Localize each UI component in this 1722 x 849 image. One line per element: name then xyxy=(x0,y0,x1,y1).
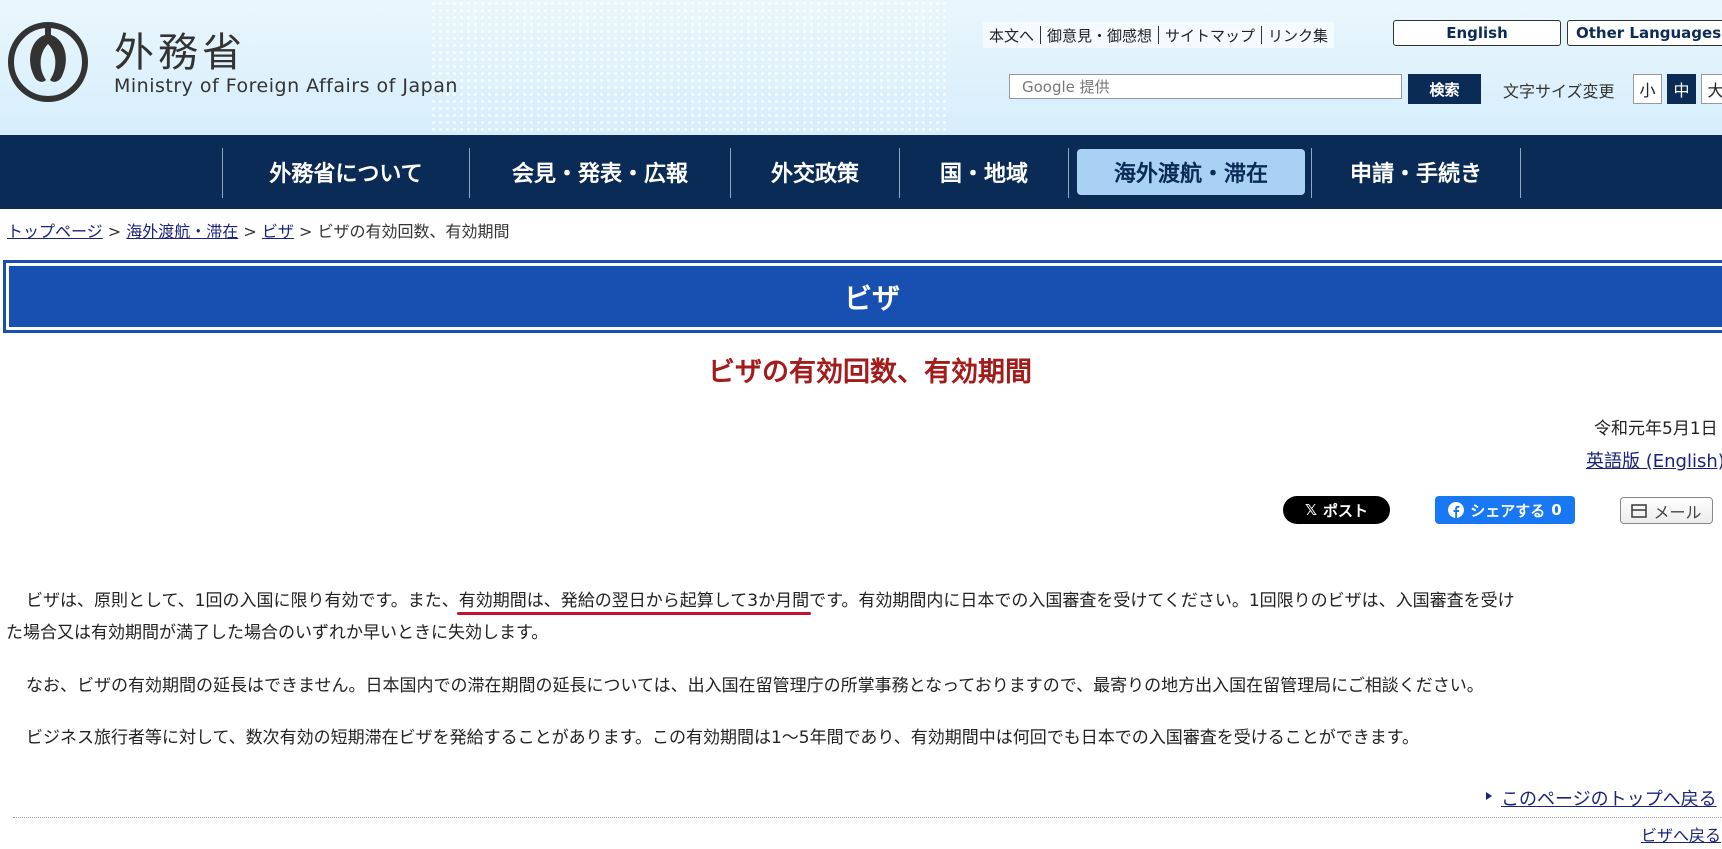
nav-item-applications[interactable]: 申請・手続き xyxy=(1313,149,1519,195)
breadcrumb-link-top[interactable]: トップページ xyxy=(7,222,103,241)
publish-date: 令和元年5月1日 xyxy=(1594,419,1718,439)
english-button[interactable]: English xyxy=(1393,20,1561,46)
facebook-share-label: シェアする xyxy=(1470,501,1546,520)
section-banner: ビザ xyxy=(3,260,1722,333)
util-link-links[interactable]: リンク集 xyxy=(1262,25,1334,46)
global-nav: 外務省について 会見・発表・広報 外交政策 国・地域 海外渡航・滞在 申請・手続… xyxy=(0,135,1722,209)
mail-label: メール xyxy=(1653,502,1702,522)
nav-item-policy[interactable]: 外交政策 xyxy=(732,149,898,195)
site-logo-en[interactable]: Ministry of Foreign Affairs of Japan xyxy=(114,75,458,97)
back-to-top-link[interactable]: このページのトップへ戻る xyxy=(1501,785,1717,811)
nav-divider xyxy=(899,148,900,198)
nav-divider xyxy=(469,148,470,198)
paragraph-validity-continued: た場合又は有効期間が満了した場合のいずれか早いときに失効します。 xyxy=(6,623,549,643)
search-input[interactable]: Google 提供 xyxy=(1009,74,1402,99)
back-to-visa-link[interactable]: ビザへ戻る xyxy=(1641,822,1721,846)
breadcrumb-link-visa[interactable]: ビザ xyxy=(262,222,294,241)
paragraph-extension: なお、ビザの有効期間の延長はできません。日本国内での滞在期間の延長については、出… xyxy=(26,676,1484,696)
nav-item-about[interactable]: 外務省について xyxy=(224,149,468,195)
facebook-icon xyxy=(1448,502,1465,518)
nav-divider xyxy=(1311,148,1312,198)
site-logo-jp[interactable]: 外務省 xyxy=(114,20,246,78)
paragraph-text: ビザは、原則として、1回の入国に限り有効です。また、 xyxy=(26,591,459,611)
highlighted-validity-period: 有効期間は、発給の翌日から起算して3か月間 xyxy=(458,591,810,611)
nav-item-regions[interactable]: 国・地域 xyxy=(901,149,1067,195)
mofa-emblem-icon[interactable] xyxy=(6,20,90,104)
mail-icon xyxy=(1631,503,1648,518)
facebook-share-button[interactable]: シェアする 0 xyxy=(1435,496,1575,524)
world-map-decoration xyxy=(430,0,950,135)
util-link-sitemap[interactable]: サイトマップ xyxy=(1159,25,1261,46)
util-link-skip-to-content[interactable]: 本文へ xyxy=(983,25,1040,46)
search-button[interactable]: 検索 xyxy=(1408,74,1481,104)
nav-divider xyxy=(1520,148,1521,198)
nav-item-travel[interactable]: 海外渡航・滞在 xyxy=(1077,149,1305,195)
nav-item-press[interactable]: 会見・発表・広報 xyxy=(471,149,729,195)
nav-divider xyxy=(222,148,223,198)
paragraph-multiple-entry: ビジネス旅行者等に対して、数次有効の短期滞在ビザを発給することがあります。この有… xyxy=(26,728,1420,748)
mail-button[interactable]: メール xyxy=(1620,497,1713,524)
nav-divider xyxy=(730,148,731,198)
breadcrumb-separator: > xyxy=(299,222,313,241)
triangle-right-icon xyxy=(1486,792,1492,800)
font-size-label: 文字サイズ変更 xyxy=(1503,82,1615,101)
font-size-medium-button[interactable]: 中 xyxy=(1667,74,1696,104)
paragraph-validity: ビザは、原則として、1回の入国に限り有効です。また、有効期間は、発給の翌日から起… xyxy=(0,585,1515,617)
breadcrumb-separator: > xyxy=(243,222,257,241)
facebook-share-count: 0 xyxy=(1551,501,1562,519)
other-languages-button[interactable]: Other Languages xyxy=(1567,20,1722,46)
breadcrumb-link-travel[interactable]: 海外渡航・滞在 xyxy=(126,222,238,241)
site-header: 外務省 Ministry of Foreign Affairs of Japan… xyxy=(0,0,1722,135)
divider xyxy=(13,817,1722,818)
english-version-link[interactable]: 英語版 (English) xyxy=(1586,447,1722,473)
breadcrumb-separator: > xyxy=(107,222,122,241)
util-link-feedback[interactable]: 御意見・御感想 xyxy=(1041,25,1158,46)
page-title: ビザの有効回数、有効期間 xyxy=(708,357,1032,388)
font-size-small-button[interactable]: 小 xyxy=(1633,74,1662,104)
nav-divider xyxy=(1068,148,1069,198)
section-banner-title: ビザ xyxy=(844,281,901,315)
x-logo-icon: 𝕏 xyxy=(1304,501,1318,519)
x-post-button[interactable]: 𝕏 ポスト xyxy=(1283,496,1390,524)
x-post-label: ポスト xyxy=(1323,501,1369,520)
search-placeholder: Google 提供 xyxy=(1022,78,1110,96)
breadcrumb-current: ビザの有効回数、有効期間 xyxy=(317,222,510,241)
breadcrumb: トップページ > 海外渡航・滞在 > ビザ > ビザの有効回数、有効期間 xyxy=(7,218,510,242)
font-size-large-button[interactable]: 大 xyxy=(1701,74,1722,104)
utility-links: 本文へ 御意見・御感想 サイトマップ リンク集 xyxy=(983,22,1335,48)
paragraph-text: です。有効期間内に日本での入国審査を受けてください。1回限りのビザは、入国審査を… xyxy=(809,591,1515,611)
